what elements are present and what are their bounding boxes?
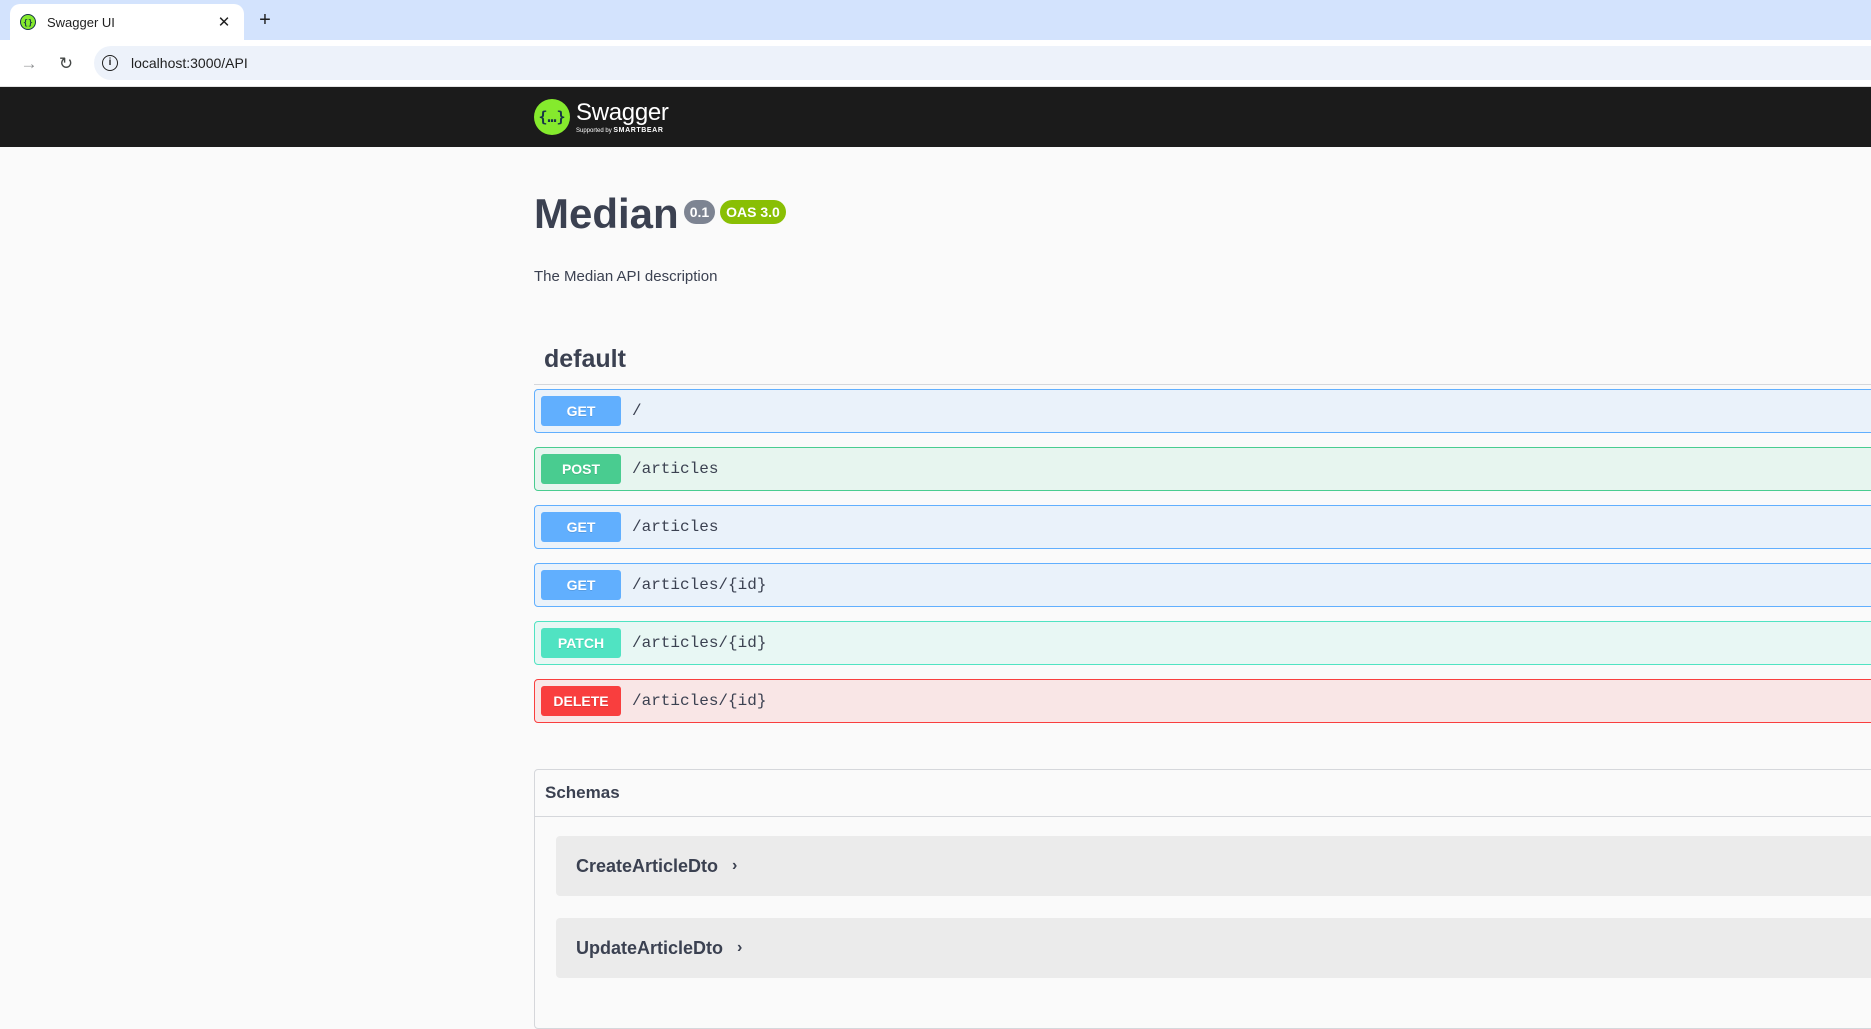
api-info: Median 0.1 OAS 3.0 The Median API descri…: [534, 190, 786, 285]
version-badge: 0.1: [683, 200, 716, 224]
schemas-title: Schemas: [545, 783, 620, 802]
tag-name: default: [544, 345, 626, 373]
schemas-section: Schemas CreateArticleDto › UpdateArticle…: [534, 769, 1871, 1029]
api-title: Median: [534, 190, 679, 237]
method-badge: POST: [541, 454, 621, 484]
operation-get-articles[interactable]: GET /articles: [534, 505, 1871, 549]
tag-section-default: default GET / POST /articles GET /articl…: [534, 335, 1871, 737]
site-info-icon[interactable]: i: [102, 55, 118, 71]
operation-delete-article[interactable]: DELETE /articles/{id}: [534, 679, 1871, 723]
chevron-right-icon[interactable]: ›: [737, 939, 742, 957]
new-tab-button[interactable]: +: [254, 10, 276, 32]
url-text[interactable]: localhost:3000/API: [131, 55, 248, 71]
model-update-article-dto[interactable]: UpdateArticleDto ›: [556, 918, 1871, 978]
schemas-header[interactable]: Schemas: [535, 770, 1871, 817]
swagger-logo[interactable]: {…} Swagger Supported by SMARTBEAR: [534, 96, 669, 138]
model-create-article-dto[interactable]: CreateArticleDto ›: [556, 836, 1871, 896]
forward-arrow-icon[interactable]: →: [17, 52, 41, 76]
operation-get-article-by-id[interactable]: GET /articles/{id}: [534, 563, 1871, 607]
operation-path: /articles: [632, 518, 719, 536]
logo-subtitle: Supported by SMARTBEAR: [576, 126, 664, 134]
method-badge: GET: [541, 570, 621, 600]
api-description: The Median API description: [534, 268, 718, 285]
operation-path: /: [632, 402, 642, 420]
operation-patch-article[interactable]: PATCH /articles/{id}: [534, 621, 1871, 665]
browser-tabstrip: {} Swagger UI ✕ +: [0, 0, 1871, 40]
browser-tab[interactable]: {} Swagger UI ✕: [10, 4, 244, 40]
method-badge: GET: [541, 396, 621, 426]
operation-path: /articles/{id}: [632, 576, 767, 594]
operations-list: GET / POST /articles GET /articles GET /…: [534, 389, 1871, 723]
tag-header[interactable]: default: [534, 335, 1871, 385]
oas-badge: OAS 3.0: [720, 200, 786, 224]
close-tab-icon[interactable]: ✕: [214, 13, 234, 31]
operation-path: /articles/{id}: [632, 692, 767, 710]
tab-title: Swagger UI: [47, 14, 115, 30]
method-badge: DELETE: [541, 686, 621, 716]
method-badge: PATCH: [541, 628, 621, 658]
swagger-favicon-icon: {}: [20, 14, 36, 30]
logo-wordmark: Swagger: [576, 98, 669, 126]
swagger-topbar: {…} Swagger Supported by SMARTBEAR: [0, 87, 1871, 147]
method-badge: GET: [541, 512, 621, 542]
reload-icon[interactable]: ↻: [54, 52, 78, 76]
operation-post-articles[interactable]: POST /articles: [534, 447, 1871, 491]
chevron-right-icon[interactable]: ›: [732, 857, 737, 875]
operation-path: /articles/{id}: [632, 634, 767, 652]
operation-path: /articles: [632, 460, 719, 478]
address-bar[interactable]: i localhost:3000/API: [94, 46, 1871, 80]
model-name: UpdateArticleDto: [576, 937, 724, 958]
model-name: CreateArticleDto: [576, 855, 719, 876]
swagger-logo-icon: {…}: [534, 99, 570, 135]
operation-get-root[interactable]: GET /: [534, 389, 1871, 433]
browser-toolbar: → ↻ i localhost:3000/API: [0, 40, 1871, 87]
